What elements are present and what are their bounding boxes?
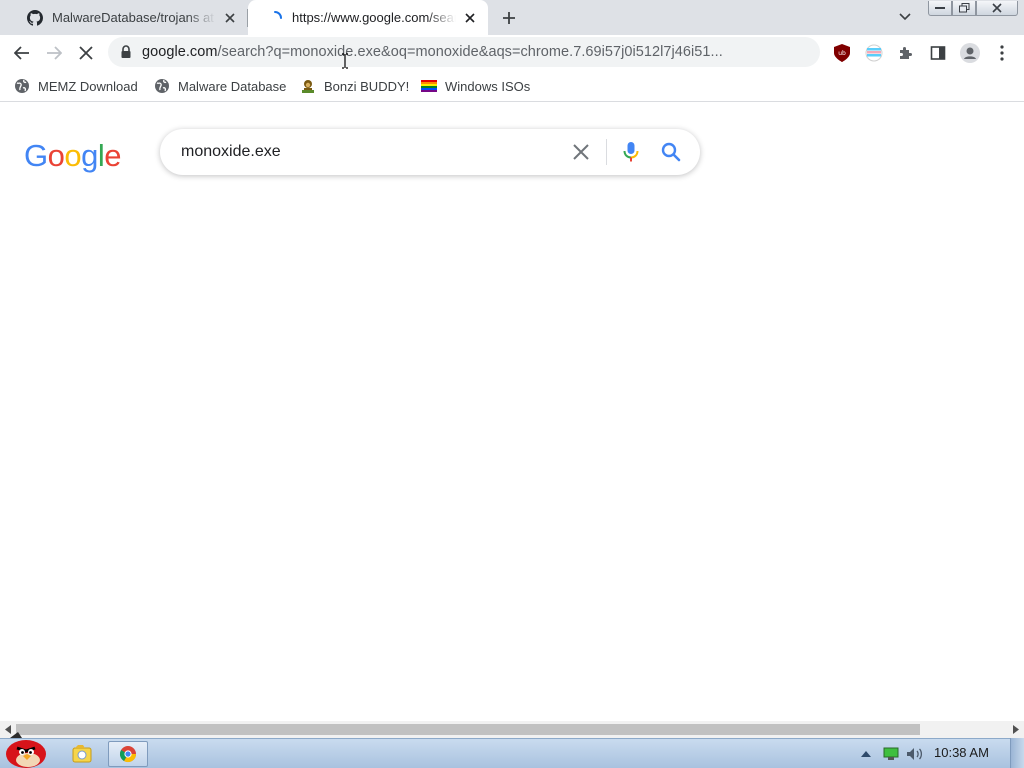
close-tab-icon[interactable] — [222, 10, 238, 26]
scroll-right-icon[interactable] — [1012, 725, 1020, 734]
tab-google-search[interactable]: https://www.google.com/search — [248, 0, 488, 35]
new-tab-button[interactable] — [497, 6, 521, 30]
start-orb-angry-bird-icon[interactable] — [0, 730, 52, 768]
search-input[interactable]: monoxide.exe — [181, 143, 281, 161]
taskbar-clock[interactable]: 10:38 AM — [934, 745, 989, 760]
bookmark-malware-database[interactable]: Malware Database — [154, 76, 286, 96]
bonzi-icon — [302, 80, 314, 93]
loading-spinner-icon — [266, 9, 284, 27]
url-path: /search?q=monoxide.exe&oq=monoxide&aqs=c… — [217, 44, 723, 60]
google-logo[interactable]: Google — [24, 138, 122, 174]
microphone-icon[interactable] — [620, 140, 642, 164]
puzzle-icon[interactable] — [892, 39, 920, 67]
network-icon[interactable] — [880, 741, 902, 767]
search-divider — [606, 139, 607, 165]
lock-icon[interactable] — [120, 44, 132, 60]
tab-title: MalwareDatabase/trojans at main — [52, 10, 216, 25]
menu-icon[interactable] — [988, 39, 1016, 67]
text-cursor-icon — [341, 53, 349, 69]
url-text[interactable]: google.com/search?q=monoxide.exe&oq=mono… — [142, 44, 723, 60]
close-window-button[interactable] — [976, 1, 1018, 16]
tab-malware-database[interactable]: MalwareDatabase/trojans at main — [8, 0, 248, 35]
ublock-icon[interactable]: ub — [828, 39, 856, 67]
bookmark-label: Malware Database — [178, 78, 287, 94]
horizontal-scrollbar[interactable] — [0, 721, 1024, 738]
globe-icon — [155, 79, 169, 93]
bookmarks-bar: MEMZ Download Malware Database Bonzi BUD… — [0, 70, 1024, 102]
stop-loading-button[interactable] — [72, 39, 100, 67]
side-panel-icon[interactable] — [924, 39, 952, 67]
profile-icon[interactable] — [956, 39, 984, 67]
chrome-icon[interactable] — [108, 741, 148, 767]
show-desktop-button[interactable] — [1010, 738, 1024, 768]
bookmark-label: MEMZ Download — [38, 78, 138, 94]
svg-text:ub: ub — [838, 50, 846, 57]
minimize-window-button[interactable] — [928, 1, 952, 16]
rainbow-flag-icon — [421, 80, 437, 92]
close-tab-icon[interactable] — [462, 10, 478, 26]
forward-button[interactable] — [40, 39, 68, 67]
bookmark-memz-download[interactable]: MEMZ Download — [14, 76, 138, 96]
scrollbar-thumb[interactable] — [16, 724, 920, 735]
clear-search-icon[interactable] — [570, 141, 592, 163]
url-host: google.com — [142, 44, 218, 60]
tab-strip: MalwareDatabase/trojans at main https://… — [0, 0, 1024, 35]
tab-search-chevron-icon[interactable] — [894, 6, 916, 28]
tab-title: https://www.google.com/search — [292, 10, 456, 25]
bookmark-label: Windows ISOs — [445, 78, 531, 94]
restore-window-button[interactable] — [952, 1, 976, 16]
globe-icon — [15, 79, 29, 93]
pride-extension-icon[interactable] — [860, 39, 888, 67]
show-hidden-icons[interactable] — [858, 741, 874, 767]
bookmark-windows-isos[interactable]: Windows ISOs — [421, 76, 530, 96]
github-icon — [26, 9, 44, 27]
search-icon[interactable] — [659, 140, 683, 164]
bookmark-bonzi-buddy[interactable]: Bonzi BUDDY! — [300, 76, 409, 96]
back-button[interactable] — [8, 39, 36, 67]
volume-icon[interactable] — [904, 741, 926, 767]
bookmark-label: Bonzi BUDDY! — [324, 78, 410, 94]
explorer-icon[interactable] — [68, 741, 96, 767]
